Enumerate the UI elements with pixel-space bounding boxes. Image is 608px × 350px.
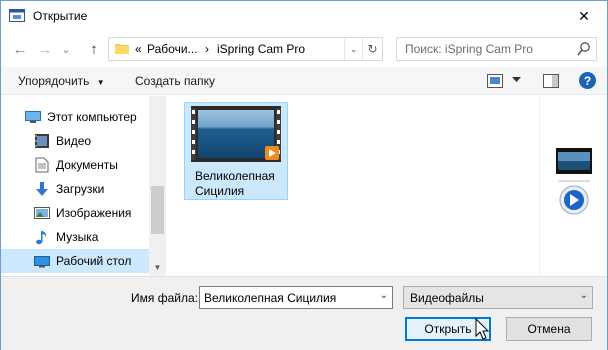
file-list: Великолепная Сицилия xyxy=(167,96,539,276)
refresh-icon: ↻ xyxy=(367,42,378,56)
chevron-down-icon[interactable]: ⌄ xyxy=(380,290,388,301)
sidebar-item-label: Изображения xyxy=(56,206,132,220)
media-preview-icon xyxy=(556,148,592,215)
back-button[interactable]: ← xyxy=(9,39,31,59)
search-input[interactable]: Поиск: iSpring Cam Pro xyxy=(396,37,597,61)
sidebar-item-downloads[interactable]: Загрузки xyxy=(1,177,149,201)
back-arrow-icon: ← xyxy=(12,40,28,58)
navigation-pane: Этот компьютер Видео Документы Загрузки … xyxy=(1,96,166,276)
command-toolbar: Упорядочить ▼ Создать папку ? xyxy=(1,67,607,95)
sidebar-item-label: Видео xyxy=(56,134,92,148)
file-type-value: Видеофайлы xyxy=(410,291,484,305)
refresh-button[interactable]: ↻ xyxy=(362,38,382,60)
video-thumbnail-icon xyxy=(191,106,281,162)
dialog-footer: Имя файла: Великолепная Сицилия ⌄ Видеоф… xyxy=(1,276,607,350)
file-name-label: Имя файла: xyxy=(131,291,198,305)
sidebar-scrollbar[interactable]: ▼ xyxy=(149,96,166,276)
recent-locations-button[interactable]: ⌄ xyxy=(59,39,73,59)
scroll-down-button[interactable]: ▼ xyxy=(149,259,166,276)
main-area: Этот компьютер Видео Документы Загрузки … xyxy=(1,96,607,276)
music-icon xyxy=(36,231,47,245)
address-bar[interactable]: « Рабочи... › iSpring Cam Pro ⌄ ↻ xyxy=(108,37,383,61)
search-icon xyxy=(577,42,590,56)
sidebar-item-video[interactable]: Видео xyxy=(1,129,149,153)
scroll-down-arrow-icon: ▼ xyxy=(153,263,162,272)
file-name-value: Великолепная Сицилия xyxy=(204,291,337,305)
file-name-input[interactable]: Великолепная Сицилия ⌄ xyxy=(199,286,393,309)
window-title: Открытие xyxy=(33,9,88,23)
organize-label: Упорядочить xyxy=(18,74,90,88)
sidebar-item-label: Этот компьютер xyxy=(47,110,137,124)
title-bar: Открытие ✕ xyxy=(1,1,607,31)
file-item[interactable]: Великолепная Сицилия xyxy=(184,102,288,200)
sidebar-item-desktop[interactable]: Рабочий стол xyxy=(1,249,149,273)
view-options-chevron-icon[interactable] xyxy=(512,77,521,83)
cancel-button[interactable]: Отмена xyxy=(506,317,592,341)
address-dropdown-button[interactable]: ⌄ xyxy=(344,38,362,60)
breadcrumb-overflow[interactable]: « xyxy=(135,42,142,56)
forward-arrow-icon: → xyxy=(37,40,53,58)
computer-icon xyxy=(25,111,41,123)
mouse-pointer-icon xyxy=(475,318,490,340)
breadcrumb-separator[interactable]: › xyxy=(205,42,209,56)
new-folder-button[interactable]: Создать папку xyxy=(135,74,215,88)
scrollbar-thumb[interactable] xyxy=(151,186,164,234)
up-button[interactable]: ↑ xyxy=(83,39,105,59)
file-type-select[interactable]: Видеофайлы ⌄ xyxy=(403,286,593,309)
downloads-icon xyxy=(36,182,48,196)
file-name-line: Сицилия xyxy=(195,184,245,198)
search-placeholder: Поиск: iSpring Cam Pro xyxy=(405,42,533,56)
preview-pane xyxy=(539,96,607,276)
breadcrumb-item[interactable]: iSpring Cam Pro xyxy=(217,42,305,56)
sidebar-item-documents[interactable]: Документы xyxy=(1,153,149,177)
navigation-bar: ← → ⌄ ↑ « Рабочи... › iSpring Cam Pro ⌄ … xyxy=(1,31,607,67)
open-file-dialog: Открытие ✕ ← → ⌄ ↑ « Рабочи... › iSpring… xyxy=(0,0,608,350)
sidebar-item-pictures[interactable]: Изображения xyxy=(1,201,149,225)
video-folder-icon xyxy=(35,134,49,148)
forward-button[interactable]: → xyxy=(34,39,56,59)
chevron-down-icon: ⌄ xyxy=(349,43,358,54)
up-arrow-icon: ↑ xyxy=(90,40,98,58)
file-name: Великолепная Сицилия xyxy=(195,169,275,199)
chevron-down-icon: ⌄ xyxy=(61,43,71,56)
caret-down-icon: ▼ xyxy=(96,78,105,87)
window-app-icon xyxy=(9,9,25,22)
documents-icon xyxy=(35,157,49,173)
sidebar-item-label: Музыка xyxy=(56,230,99,244)
help-button[interactable]: ? xyxy=(579,72,596,89)
breadcrumb-item[interactable]: Рабочи... xyxy=(147,42,198,56)
sidebar-item-music[interactable]: Музыка xyxy=(1,225,149,249)
close-icon: ✕ xyxy=(578,7,590,24)
folder-icon xyxy=(115,44,129,54)
sidebar-item-label: Документы xyxy=(56,158,118,172)
desktop-icon xyxy=(34,256,50,268)
view-mode-icon[interactable] xyxy=(487,74,503,88)
close-button[interactable]: ✕ xyxy=(561,1,607,31)
sidebar-item-this-pc[interactable]: Этот компьютер xyxy=(1,105,149,129)
pictures-icon xyxy=(34,207,50,219)
sidebar-item-label: Загрузки xyxy=(56,182,105,196)
organize-button[interactable]: Упорядочить ▼ xyxy=(18,74,105,88)
help-icon: ? xyxy=(583,73,592,88)
preview-pane-icon[interactable] xyxy=(543,74,559,88)
chevron-down-icon: ⌄ xyxy=(579,290,588,301)
file-name-line: Великолепная xyxy=(195,169,275,183)
sidebar-item-label: Рабочий стол xyxy=(56,254,132,268)
